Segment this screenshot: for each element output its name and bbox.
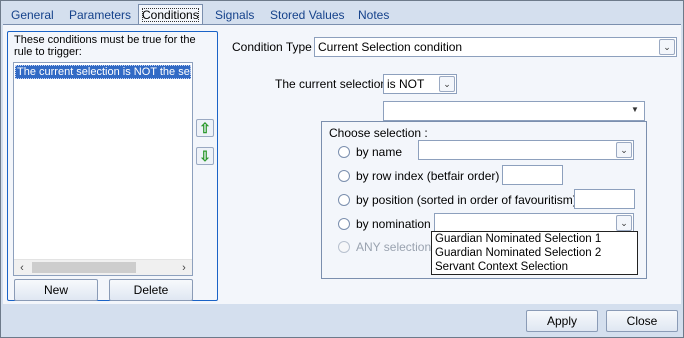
- close-button[interactable]: Close: [606, 310, 678, 332]
- conditions-group-title: These conditions must be true for the ru…: [14, 34, 196, 58]
- radio-by-row-index-label: by row index (betfair order): [356, 169, 500, 183]
- chevron-down-icon[interactable]: ⌄: [439, 76, 455, 92]
- selection-operator-select[interactable]: is NOT ⌄: [383, 74, 457, 94]
- row-index-input[interactable]: [502, 165, 563, 185]
- radio-by-nomination-label: by nomination: [356, 217, 431, 231]
- tab-conditions[interactable]: Conditions: [138, 4, 203, 25]
- tab-general[interactable]: General: [9, 6, 56, 24]
- chevron-down-icon[interactable]: ⌄: [659, 39, 675, 55]
- scroll-left-icon[interactable]: ‹: [14, 260, 30, 275]
- tab-notes[interactable]: Notes: [356, 6, 391, 24]
- green-arrow-up-icon: ⇧: [199, 120, 211, 136]
- selection-target-select[interactable]: ▼: [383, 101, 645, 121]
- chevron-down-icon[interactable]: ⌄: [616, 215, 632, 231]
- tab-stored-values[interactable]: Stored Values: [268, 6, 347, 24]
- radio-by-name[interactable]: [338, 146, 350, 158]
- nomination-select[interactable]: ⌄: [434, 213, 634, 233]
- radio-by-row-index[interactable]: [338, 170, 350, 182]
- position-input[interactable]: [574, 189, 635, 209]
- radio-any-selection-label: ANY selection: [356, 240, 432, 254]
- green-arrow-down-icon: ⇩: [199, 148, 211, 164]
- scroll-thumb[interactable]: [32, 262, 136, 273]
- list-item[interactable]: The current selection is NOT the selecti…: [15, 65, 191, 79]
- condition-type-select[interactable]: Current Selection condition ⌄: [314, 37, 677, 57]
- move-down-button[interactable]: ⇩: [196, 147, 214, 165]
- selection-name-select[interactable]: ⌄: [418, 140, 634, 160]
- choose-selection-title: Choose selection :: [329, 126, 428, 140]
- tab-signals[interactable]: Signals: [213, 6, 256, 24]
- list-item[interactable]: Guardian Nominated Selection 1: [432, 232, 637, 246]
- current-selection-label: The current selection: [275, 77, 388, 91]
- condition-type-value: Current Selection condition: [318, 40, 463, 54]
- nomination-dropdown-list[interactable]: Guardian Nominated Selection 1 Guardian …: [431, 231, 638, 275]
- dialog-footer: Apply Close: [1, 305, 683, 337]
- scroll-right-icon[interactable]: ›: [176, 260, 192, 275]
- list-item[interactable]: Servant Context Selection: [432, 260, 637, 274]
- radio-by-position-label: by position (sorted in order of favourit…: [356, 193, 577, 207]
- move-up-button[interactable]: ⇧: [196, 119, 214, 137]
- selection-operator-value: is NOT: [387, 77, 425, 91]
- radio-by-name-label: by name: [356, 145, 403, 159]
- rule-editor-window: General Parameters Conditions Signals St…: [0, 0, 684, 338]
- condition-type-label: Condition Type: [232, 40, 312, 54]
- radio-any-selection[interactable]: [338, 241, 350, 253]
- conditions-group: These conditions must be true for the ru…: [7, 31, 218, 301]
- tab-parameters[interactable]: Parameters: [67, 6, 133, 24]
- radio-by-nomination[interactable]: [338, 218, 350, 230]
- chevron-down-icon[interactable]: ▼: [627, 103, 643, 119]
- horizontal-scrollbar[interactable]: ‹ ›: [14, 259, 192, 275]
- list-item[interactable]: Guardian Nominated Selection 2: [432, 246, 637, 260]
- conditions-list[interactable]: The current selection is NOT the selecti…: [13, 62, 193, 276]
- radio-by-position[interactable]: [338, 194, 350, 206]
- apply-button[interactable]: Apply: [526, 310, 598, 332]
- chevron-down-icon[interactable]: ⌄: [616, 142, 632, 158]
- conditions-tab-panel: These conditions must be true for the ru…: [3, 24, 681, 304]
- new-condition-button[interactable]: New: [14, 279, 98, 301]
- tab-conditions-label: Conditions: [142, 8, 199, 22]
- tab-strip: General Parameters Conditions Signals St…: [1, 1, 683, 25]
- delete-condition-button[interactable]: Delete: [109, 279, 193, 301]
